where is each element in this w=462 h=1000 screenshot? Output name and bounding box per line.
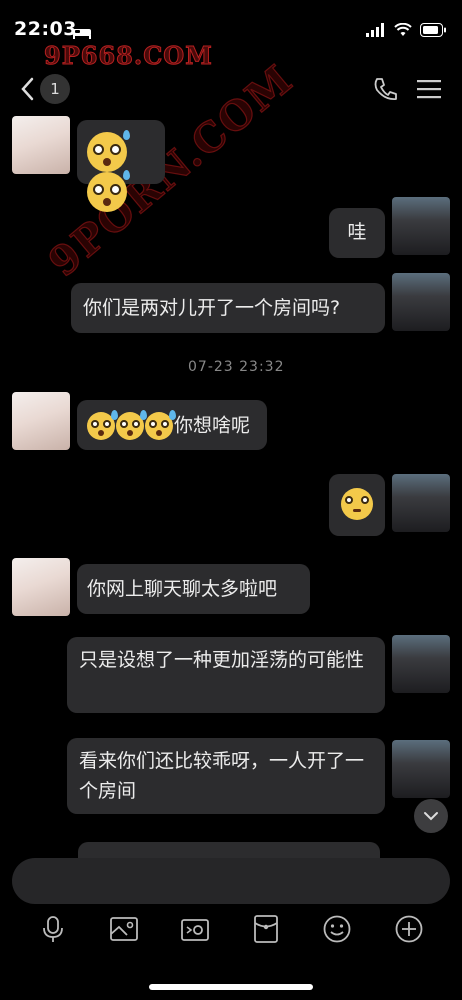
contact-avatar[interactable] xyxy=(12,558,70,616)
emoji-icon[interactable] xyxy=(322,914,352,944)
plus-icon[interactable] xyxy=(394,914,424,944)
message-text: 你想啥呢 xyxy=(174,414,251,437)
image-icon[interactable] xyxy=(109,914,139,944)
scroll-to-bottom-button[interactable] xyxy=(414,799,448,833)
message-bubble[interactable]: 哇 xyxy=(329,208,385,258)
contact-avatar[interactable] xyxy=(12,392,70,450)
back-chevron-icon xyxy=(21,77,34,101)
back-button[interactable]: 1 xyxy=(20,74,70,104)
message-bubble[interactable] xyxy=(77,120,165,212)
sweat-emoji-icon xyxy=(116,409,147,440)
message-input[interactable] xyxy=(12,858,450,904)
phone-icon[interactable] xyxy=(372,76,398,102)
signal-icon xyxy=(366,22,386,41)
message-bubble[interactable]: 看来你们还比较乖呀，一人开了一个房间 xyxy=(67,738,385,814)
message-bubble[interactable]: 你想啥呢 xyxy=(77,400,267,450)
sweat-emoji-icon xyxy=(145,409,176,440)
chat-timestamp: 07-23 23:32 xyxy=(188,359,285,375)
contact-avatar[interactable] xyxy=(12,116,70,174)
sweat-emoji-icon xyxy=(87,409,118,440)
red-packet-icon[interactable] xyxy=(251,914,281,944)
my-avatar[interactable] xyxy=(392,197,450,255)
home-indicator[interactable] xyxy=(149,984,313,990)
message-bubble[interactable] xyxy=(329,474,385,536)
my-avatar[interactable] xyxy=(392,474,450,532)
message-text: 只是设想了一种更加淫荡的可能性 xyxy=(79,649,365,671)
site-watermark: 9P668.COM xyxy=(44,41,213,71)
sweat-emoji-icon xyxy=(87,130,130,172)
status-time: 22:03 xyxy=(14,18,77,40)
battery-icon xyxy=(420,22,446,41)
message-text: 哇 xyxy=(347,221,367,243)
message-bubble[interactable]: 你网上聊天聊太多啦吧 xyxy=(77,564,310,614)
sweat-emoji-icon xyxy=(87,170,130,212)
message-bubble[interactable]: 你们是两对儿开了一个房间吗? xyxy=(71,283,385,333)
message-text: 你们是两对儿开了一个房间吗? xyxy=(83,297,341,319)
camera-icon[interactable] xyxy=(180,914,210,944)
pensive-emoji-icon xyxy=(341,488,373,520)
chevron-down-icon xyxy=(424,812,438,821)
unread-badge: 1 xyxy=(40,74,70,104)
my-avatar[interactable] xyxy=(392,740,450,798)
wifi-icon xyxy=(394,22,412,41)
menu-icon[interactable] xyxy=(416,76,442,102)
message-text: 你网上聊天聊太多啦吧 xyxy=(87,578,278,600)
my-avatar[interactable] xyxy=(392,273,450,331)
status-icons xyxy=(366,22,446,41)
microphone-icon[interactable] xyxy=(38,914,68,944)
message-bubble[interactable]: 只是设想了一种更加淫荡的可能性 xyxy=(67,637,385,713)
message-text: 看来你们还比较乖呀，一人开了一个房间 xyxy=(79,750,365,802)
my-avatar[interactable] xyxy=(392,635,450,693)
